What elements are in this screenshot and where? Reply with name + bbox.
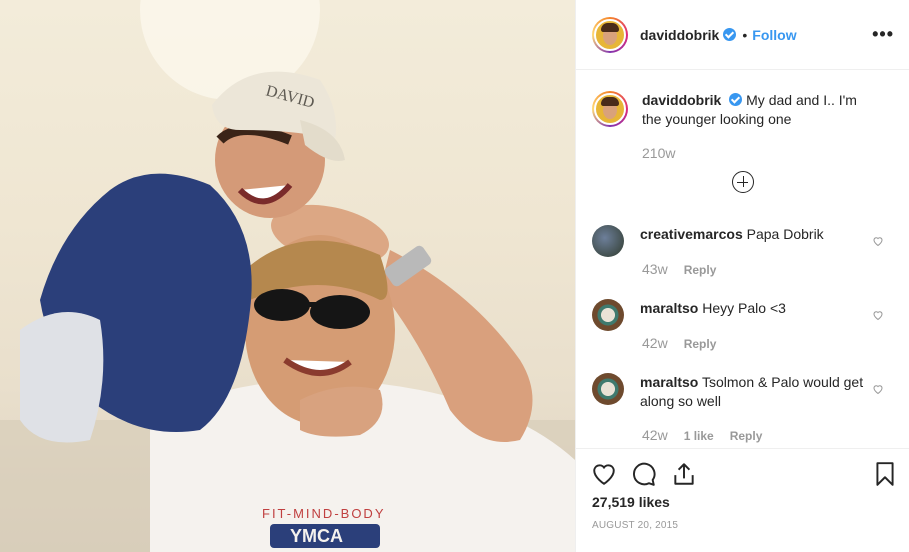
follow-button[interactable]: Follow bbox=[752, 27, 796, 43]
likes-count[interactable]: 27,519 likes bbox=[592, 494, 670, 510]
verified-badge-icon bbox=[723, 28, 737, 41]
comment-item: maraltso Tsolmon & Palo would get along … bbox=[592, 373, 870, 411]
comments-list[interactable]: daviddobrik My dad and I.. I'm the young… bbox=[576, 71, 909, 447]
comment-like-icon[interactable] bbox=[872, 383, 884, 395]
load-more-comments-icon[interactable] bbox=[732, 171, 754, 193]
shirt-logo: YMCA bbox=[290, 526, 343, 546]
comment-meta: 42w Reply bbox=[642, 335, 716, 351]
comment-text-block: maraltso Heyy Palo <3 bbox=[640, 299, 870, 331]
post-photo[interactable]: DAVID FIT-MIND-BODY YMCA bbox=[0, 0, 575, 552]
reply-button[interactable]: Reply bbox=[684, 335, 717, 351]
share-icon[interactable] bbox=[671, 461, 697, 487]
comment-likes[interactable]: 1 like bbox=[684, 427, 714, 443]
post-actions: 27,519 likes AUGUST 20, 2015 bbox=[576, 448, 909, 552]
commenter-avatar[interactable] bbox=[592, 225, 624, 257]
post-date[interactable]: AUGUST 20, 2015 bbox=[592, 520, 678, 531]
caption: daviddobrik My dad and I.. I'm the young… bbox=[592, 91, 872, 129]
comment-text: Papa Dobrik bbox=[746, 226, 824, 242]
author-avatar[interactable] bbox=[592, 16, 628, 53]
shirt-text: FIT-MIND-BODY bbox=[262, 506, 386, 521]
comment-username[interactable]: maraltso bbox=[640, 300, 698, 316]
comment-time[interactable]: 42w bbox=[642, 427, 668, 443]
photo-illustration: DAVID FIT-MIND-BODY YMCA bbox=[0, 0, 575, 552]
comment-username[interactable]: maraltso bbox=[640, 374, 698, 390]
header-separator: • bbox=[742, 26, 748, 43]
comment-item: creativemarcos Papa Dobrik bbox=[592, 225, 870, 257]
comment-username[interactable]: creativemarcos bbox=[640, 226, 743, 242]
commenter-avatar[interactable] bbox=[592, 373, 624, 405]
caption-time[interactable]: 210w bbox=[642, 145, 675, 161]
commenter-avatar[interactable] bbox=[592, 299, 624, 331]
verified-badge-icon bbox=[729, 93, 743, 106]
comment-text-block: creativemarcos Papa Dobrik bbox=[640, 225, 870, 257]
comment-text-block: maraltso Tsolmon & Palo would get along … bbox=[640, 373, 870, 411]
caption-text-block: daviddobrik My dad and I.. I'm the young… bbox=[642, 91, 872, 129]
comment-time[interactable]: 43w bbox=[642, 261, 668, 277]
comment-like-icon[interactable] bbox=[872, 309, 884, 321]
comment-time[interactable]: 42w bbox=[642, 335, 668, 351]
reply-button[interactable]: Reply bbox=[684, 261, 717, 277]
comment-item: maraltso Heyy Palo <3 bbox=[592, 299, 870, 331]
caption-meta: 210w bbox=[642, 145, 675, 161]
heart-icon[interactable] bbox=[591, 461, 617, 487]
comment-like-icon[interactable] bbox=[872, 235, 884, 247]
caption-avatar[interactable] bbox=[592, 91, 628, 127]
comment-text: Heyy Palo <3 bbox=[702, 300, 786, 316]
comment-meta: 43w Reply bbox=[642, 261, 716, 277]
post-header: daviddobrik • Follow ••• bbox=[576, 0, 909, 70]
caption-username[interactable]: daviddobrik bbox=[642, 92, 721, 108]
comment-icon[interactable] bbox=[631, 461, 657, 487]
more-options-icon[interactable]: ••• bbox=[872, 24, 894, 45]
comment-meta: 42w 1 like Reply bbox=[642, 427, 762, 443]
post-side-panel: daviddobrik • Follow ••• daviddobrik My … bbox=[575, 0, 909, 552]
author-username[interactable]: daviddobrik bbox=[640, 27, 719, 43]
bookmark-icon[interactable] bbox=[872, 461, 898, 487]
reply-button[interactable]: Reply bbox=[730, 427, 763, 443]
